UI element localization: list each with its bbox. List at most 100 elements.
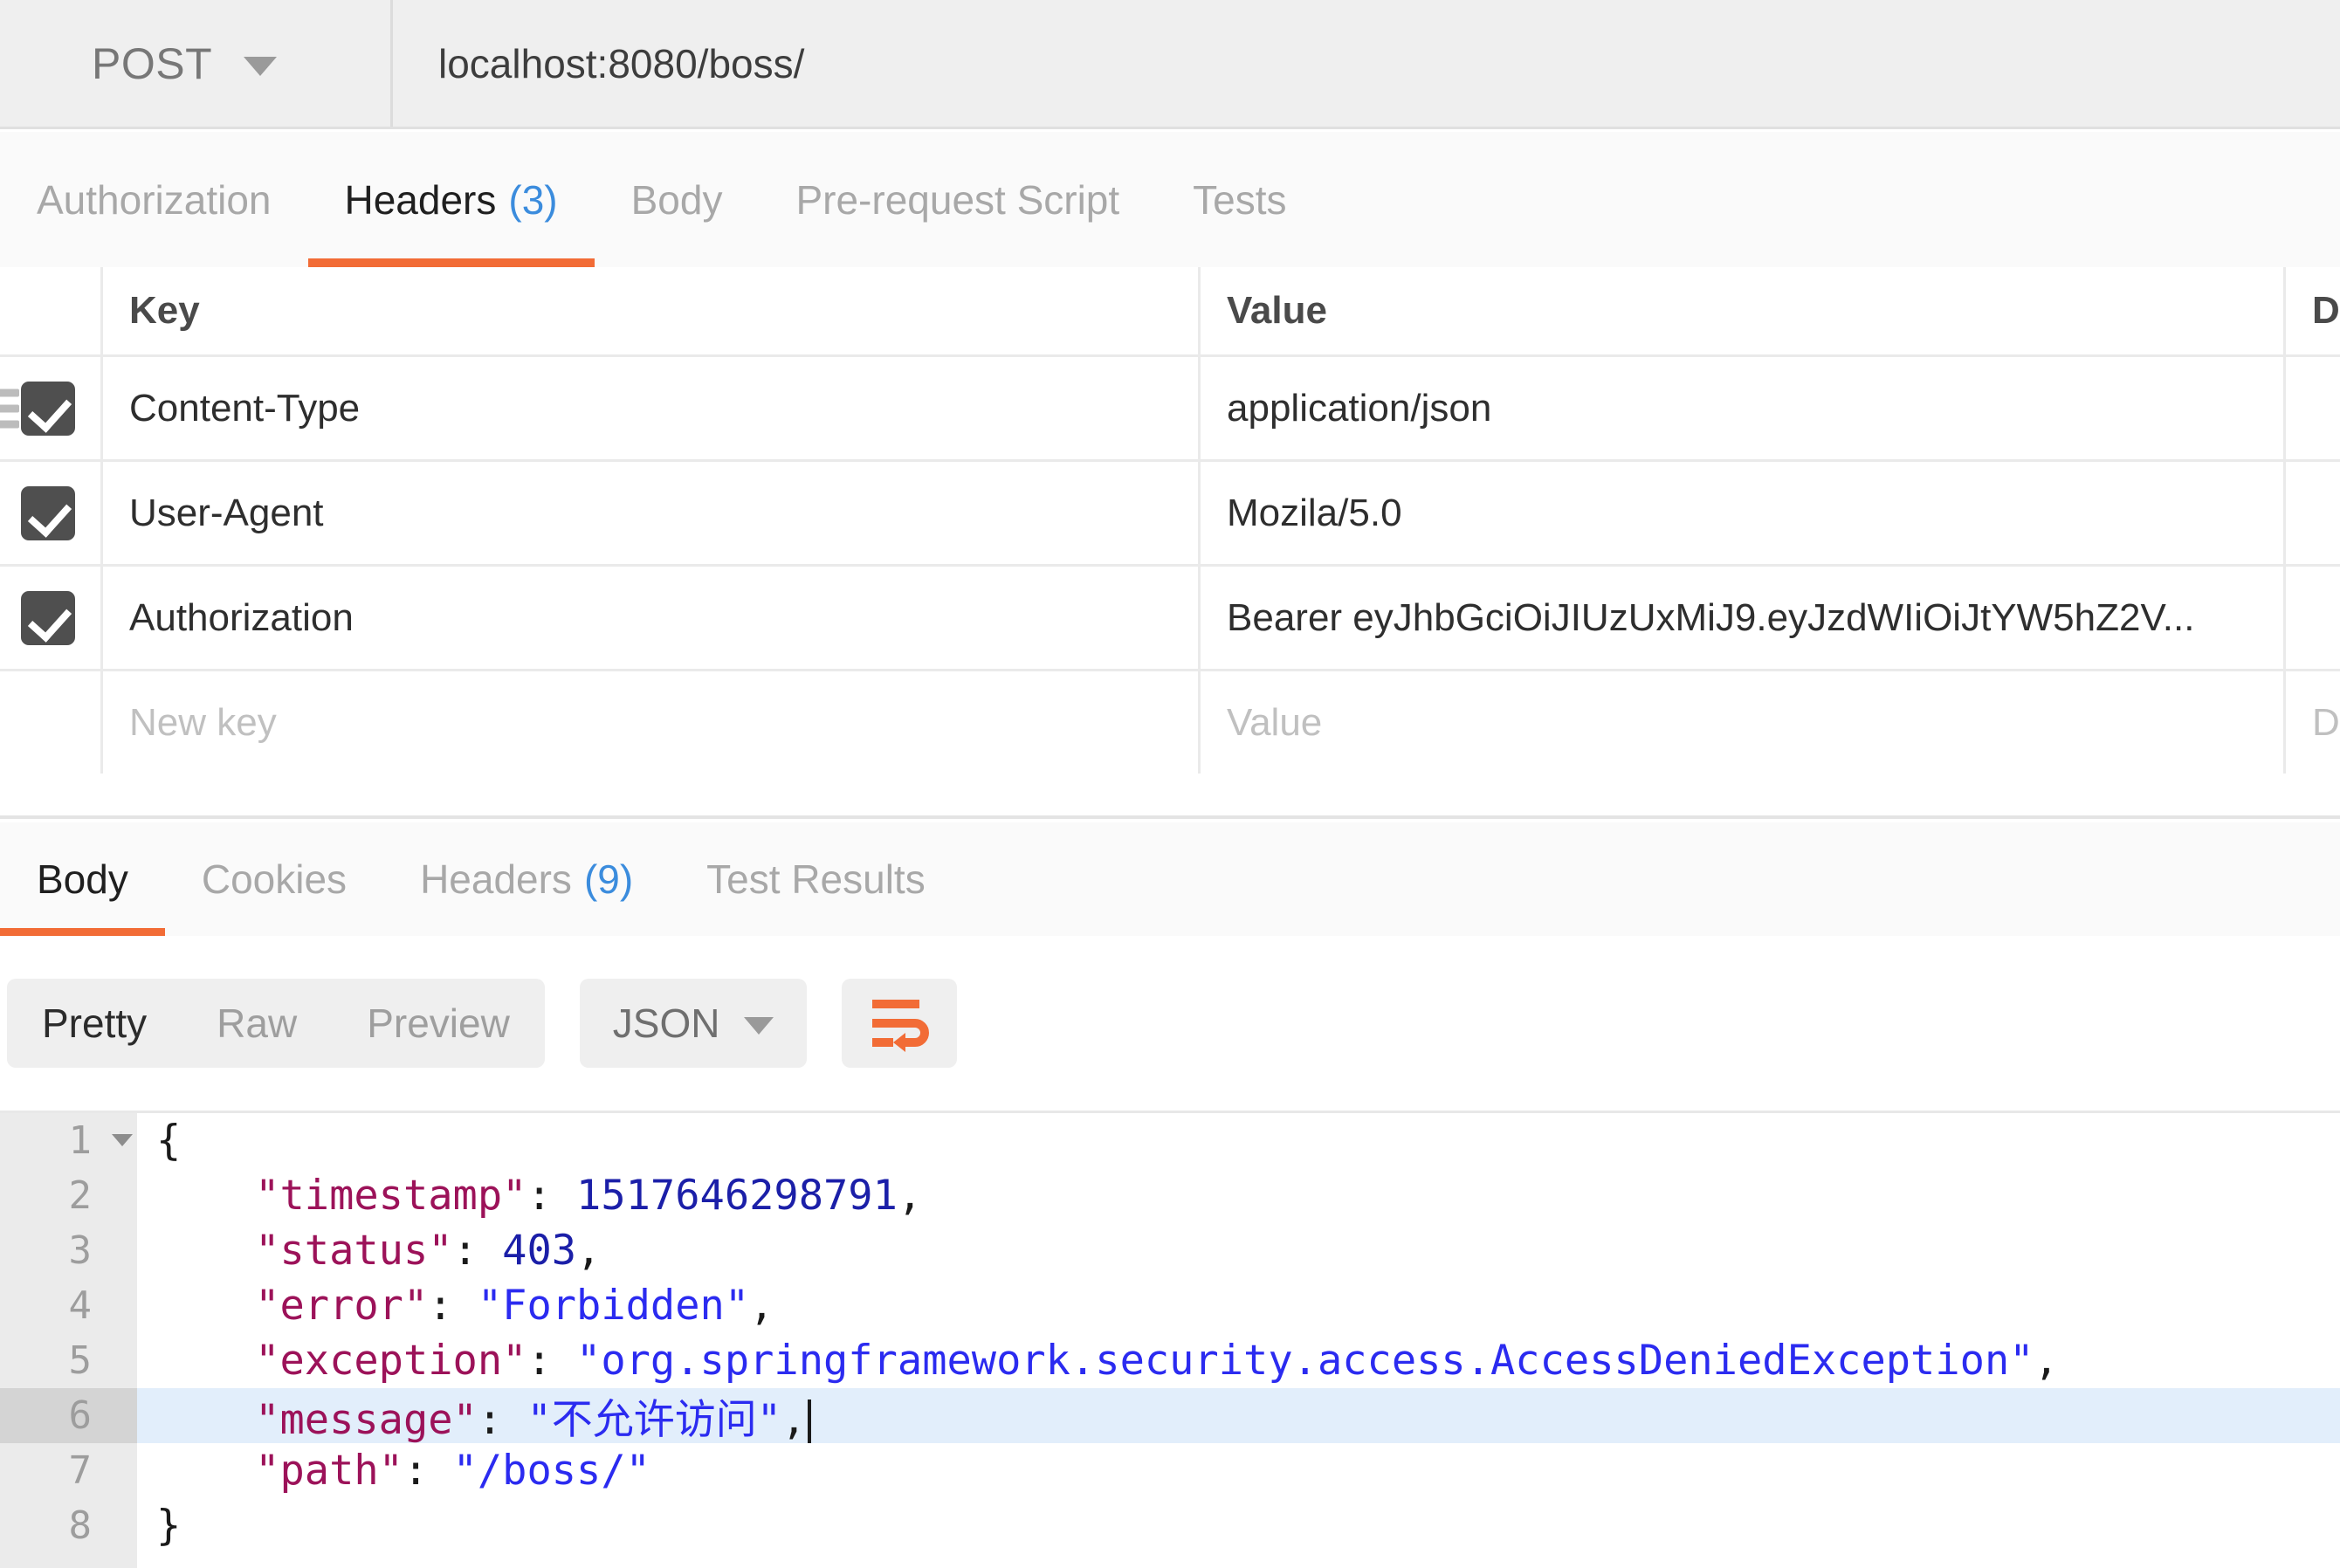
response-format-selector[interactable]: JSON [579,979,808,1068]
response-view-toolbar: Pretty Raw Preview JSON [0,936,2340,1111]
code-token: 1517646298791 [576,1172,898,1220]
tab-label: Body [37,856,128,902]
code-text: "error": "Forbidden", [137,1282,774,1330]
tab-pre-request-script[interactable]: Pre-request Script [759,132,1156,267]
code-line[interactable]: 3 "status": 403, [0,1223,2340,1278]
code-token: "Forbidden" [477,1282,750,1330]
code-token: "timestamp" [156,1172,527,1220]
checkbox-checked-icon[interactable] [21,590,75,645]
code-line[interactable]: 8 } [0,1498,2340,1553]
row-description-input[interactable] [2286,357,2340,459]
tab-label: Authorization [37,176,272,223]
word-wrap-button[interactable] [842,979,958,1068]
code-token: : [526,1172,577,1220]
code-text: "exception": "org.springframework.securi… [137,1337,2059,1385]
view-mode-raw[interactable]: Raw [182,979,332,1068]
code-token: "message" [156,1396,478,1444]
tab-body[interactable]: Body [595,132,760,267]
checkbox-checked-icon[interactable] [21,381,75,436]
response-tab-body[interactable]: Body [0,822,165,936]
tab-authorization[interactable]: Authorization [0,132,308,267]
table-new-row[interactable]: New key Value D [0,669,2340,774]
code-line[interactable]: 2 "timestamp": 1517646298791, [0,1168,2340,1223]
view-mode-preview[interactable]: Preview [332,979,545,1068]
tab-label: Test Results [706,856,926,902]
response-tab-headers[interactable]: Headers (9) [383,822,670,936]
row-value-input[interactable]: Bearer eyJhbGciOiJIUzUxMiJ9.eyJzdWIiOiJt… [1201,567,2286,669]
request-url-bar: POST localhost:8080/boss/ [0,0,2340,129]
drag-handle-icon[interactable] [0,389,19,428]
row-checkbox-cell[interactable] [0,462,103,564]
row-key-text: Authorization [129,595,354,639]
code-token: , [749,1282,774,1330]
checkbox-checked-icon[interactable] [21,485,75,540]
url-text: localhost:8080/boss/ [438,40,805,86]
code-token: : [477,1396,527,1444]
code-token: "不允许访问" [526,1396,782,1444]
code-token: , [2034,1337,2059,1385]
url-input[interactable]: localhost:8080/boss/ [393,0,2340,127]
response-tab-cookies[interactable]: Cookies [165,822,383,936]
tab-count: (3) [508,176,558,223]
header-cell-value: Value [1201,267,2286,354]
line-number: 7 [68,1448,93,1493]
tab-headers[interactable]: Headers (3) [307,132,595,267]
new-row-key-placeholder: New key [129,700,277,744]
tab-label: Headers [420,856,572,902]
code-text: "message": "不允许访问", [137,1386,812,1446]
code-text: { [137,1117,181,1165]
code-token: : [403,1447,453,1495]
fold-triangle-icon[interactable] [112,1134,133,1146]
code-token: "status" [156,1227,453,1275]
tab-tests[interactable]: Tests [1156,132,1323,267]
table-row[interactable]: User-Agent Mozila/5.0 [0,459,2340,564]
header-cell-key: Key [103,267,1201,354]
postman-window: POST localhost:8080/boss/ Authorization … [0,0,2340,1568]
line-number: 4 [68,1283,93,1328]
code-line-active[interactable]: 6 "message": "不允许访问", [0,1386,2340,1446]
code-token: : [428,1282,478,1330]
text-cursor [808,1400,812,1443]
table-row[interactable]: Content-Type application/json [0,354,2340,459]
code-token: : [452,1227,503,1275]
code-token: "org.springframework.security.access.Acc… [576,1337,2034,1385]
code-token: { [156,1117,182,1165]
row-checkbox-cell[interactable] [0,567,103,669]
header-cell-checkbox [0,267,103,354]
tab-label: Body [630,176,723,223]
row-description-input[interactable] [2286,567,2340,669]
table-header-row: Key Value D [0,267,2340,354]
row-value-text: Mozila/5.0 [1227,491,1402,534]
code-token: , [781,1396,807,1444]
new-row-value-input[interactable]: Value [1201,671,2286,774]
row-value-input[interactable]: application/json [1201,357,2286,459]
chevron-down-icon [244,56,278,76]
response-body-viewer[interactable]: 1 { 2 "timestamp": 1517646298791, 3 "sta… [0,1111,2340,1568]
line-number: 6 [0,1388,137,1443]
code-line[interactable]: 5 "exception": "org.springframework.secu… [0,1333,2340,1388]
code-line[interactable]: 7 "path": "/boss/" [0,1443,2340,1498]
row-checkbox-cell[interactable] [0,357,103,459]
table-row[interactable]: Authorization Bearer eyJhbGciOiJIUzUxMiJ… [0,564,2340,669]
row-key-input[interactable]: User-Agent [103,462,1201,564]
code-line[interactable]: 4 "error": "Forbidden", [0,1278,2340,1333]
code-token: "exception" [156,1337,527,1385]
new-row-checkbox-cell [0,671,103,774]
line-number: 3 [68,1228,93,1273]
new-row-key-input[interactable]: New key [103,671,1201,774]
row-value-input[interactable]: Mozila/5.0 [1201,462,2286,564]
code-token: , [576,1227,602,1275]
tab-label: Headers [344,176,497,223]
request-tab-bar: Authorization Headers (3) Body Pre-reque… [0,132,2340,267]
row-description-input[interactable] [2286,462,2340,564]
new-row-description-input[interactable]: D [2286,671,2340,774]
view-mode-pretty[interactable]: Pretty [7,979,182,1068]
code-line[interactable]: 1 { [0,1113,2340,1168]
row-key-input[interactable]: Content-Type [103,357,1201,459]
response-tab-test-results[interactable]: Test Results [670,822,962,936]
line-number: 5 [68,1338,93,1383]
line-number: 2 [68,1173,93,1218]
http-method-selector[interactable]: POST [0,0,393,127]
row-key-input[interactable]: Authorization [103,567,1201,669]
headers-table: Key Value D Content-Type application/jso… [0,267,2340,819]
